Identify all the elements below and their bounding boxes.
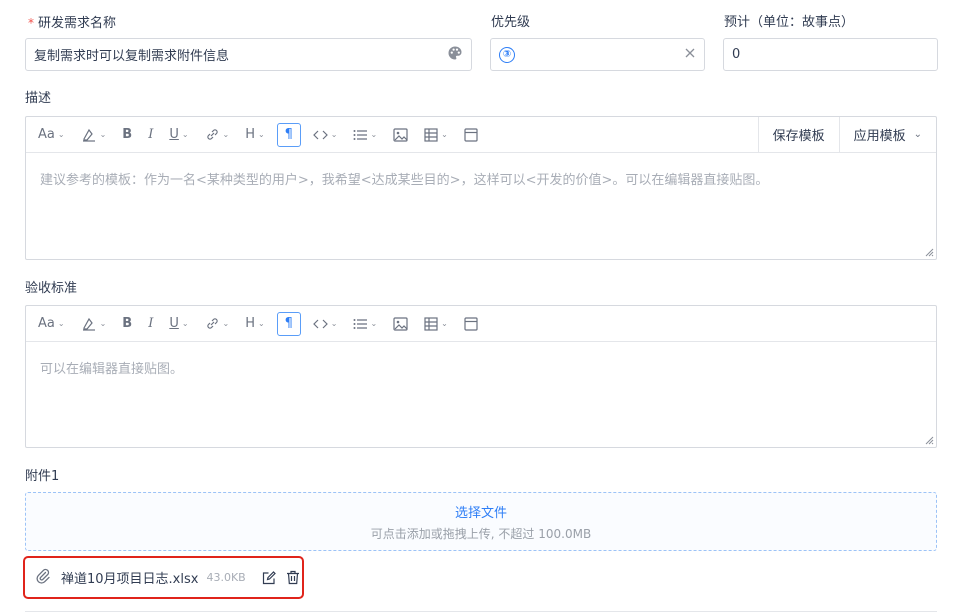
acceptance-placeholder: 可以在编辑器直接贴图。 [40, 362, 184, 377]
trash-icon[interactable] [286, 570, 300, 585]
image-icon[interactable] [389, 123, 412, 147]
underline-button[interactable]: U ⌄ [165, 123, 192, 147]
upload-hint: 可点击添加或拖拽上传, 不超过 100.0MB [370, 526, 592, 541]
table-icon[interactable]: ⌄ [420, 312, 452, 336]
description-content[interactable]: 建议参考的模板：作为一名<某种类型的用户>，我希望<达成某些目的>，这样可以<开… [26, 153, 936, 259]
resize-handle-icon[interactable] [924, 247, 934, 257]
estimate-input[interactable]: 0 [723, 38, 938, 71]
italic-button[interactable]: I [144, 312, 157, 336]
select-file-button[interactable]: 选择文件 [455, 502, 507, 521]
bold-button[interactable]: B [118, 123, 136, 147]
list-icon[interactable]: ⌄ [349, 312, 381, 336]
link-icon[interactable]: ⌄ [201, 123, 234, 147]
clear-icon[interactable] [684, 47, 696, 63]
description-editor[interactable]: Aa ⌄ ⌄ B I U ⌄ ⌄ H ⌄ ¶ ⌄ ⌄ ⌄ 保存模板 应用模板 ⌄ 建议参… [25, 116, 937, 260]
block-icon[interactable] [460, 123, 482, 147]
name-input[interactable]: 复制需求时可以复制需求附件信息 [25, 38, 472, 71]
paragraph-button[interactable]: ¶ [276, 122, 301, 147]
code-icon[interactable]: ⌄ [309, 312, 342, 336]
highlight-button[interactable]: ⌄ [77, 312, 111, 336]
name-label: * 研发需求名称 [28, 16, 117, 31]
estimate-input-value: 0 [732, 47, 741, 62]
attachment-size: 43.0KB [206, 571, 246, 584]
table-icon[interactable]: ⌄ [420, 123, 452, 147]
acceptance-content[interactable]: 可以在编辑器直接贴图。 [26, 342, 936, 447]
attachments-label: 附件1 [25, 469, 60, 484]
font-size-button[interactable]: Aa ⌄ [34, 123, 69, 147]
list-icon[interactable]: ⌄ [349, 123, 381, 147]
font-size-button[interactable]: Aa ⌄ [34, 312, 69, 336]
estimate-label: 预计（单位：故事点） [724, 15, 855, 30]
apply-template-button[interactable]: 应用模板 ⌄ [838, 117, 936, 152]
save-template-button[interactable]: 保存模板 [757, 117, 839, 152]
palette-icon[interactable] [447, 45, 463, 65]
name-input-value: 复制需求时可以复制需求附件信息 [34, 49, 230, 64]
highlight-button[interactable]: ⌄ [77, 123, 111, 147]
edit-icon[interactable] [262, 570, 276, 585]
description-label: 描述 [25, 91, 52, 106]
required-mark: * [28, 16, 34, 30]
attachment-name[interactable]: 禅道10月项目日志.xlsx [61, 568, 198, 587]
acceptance-label: 验收标准 [25, 281, 78, 296]
upload-dropzone[interactable]: 选择文件 可点击添加或拖拽上传, 不超过 100.0MB [25, 492, 937, 551]
image-icon[interactable] [389, 312, 412, 336]
italic-button[interactable]: I [144, 123, 157, 147]
paperclip-icon [35, 568, 51, 588]
block-icon[interactable] [460, 312, 482, 336]
heading-button[interactable]: H ⌄ [241, 123, 268, 147]
underline-button[interactable]: U ⌄ [165, 312, 192, 336]
chevron-down-icon: ⌄ [913, 129, 922, 140]
description-placeholder: 建议参考的模板：作为一名<某种类型的用户>，我希望<达成某些目的>，这样可以<开… [40, 173, 769, 188]
priority-label: 优先级 [491, 15, 531, 30]
priority-value: ③ [499, 47, 515, 63]
bold-button[interactable]: B [118, 312, 136, 336]
acceptance-toolbar: Aa ⌄ ⌄ B I U ⌄ ⌄ H ⌄ ¶ ⌄ ⌄ ⌄ [26, 306, 936, 342]
priority-select[interactable]: ③ [490, 38, 705, 71]
acceptance-editor[interactable]: Aa ⌄ ⌄ B I U ⌄ ⌄ H ⌄ ¶ ⌄ ⌄ ⌄ 可以在编辑器直接贴图。 [25, 305, 937, 448]
attachment-item: 禅道10月项目日志.xlsx 43.0KB [23, 556, 304, 599]
link-icon[interactable]: ⌄ [201, 312, 234, 336]
paragraph-button[interactable]: ¶ [276, 311, 301, 336]
code-icon[interactable]: ⌄ [309, 123, 342, 147]
heading-button[interactable]: H ⌄ [241, 312, 268, 336]
resize-handle-icon[interactable] [924, 435, 934, 445]
description-toolbar: Aa ⌄ ⌄ B I U ⌄ ⌄ H ⌄ ¶ ⌄ ⌄ ⌄ 保存模板 应用模板 ⌄ [26, 117, 936, 153]
divider [25, 611, 937, 612]
